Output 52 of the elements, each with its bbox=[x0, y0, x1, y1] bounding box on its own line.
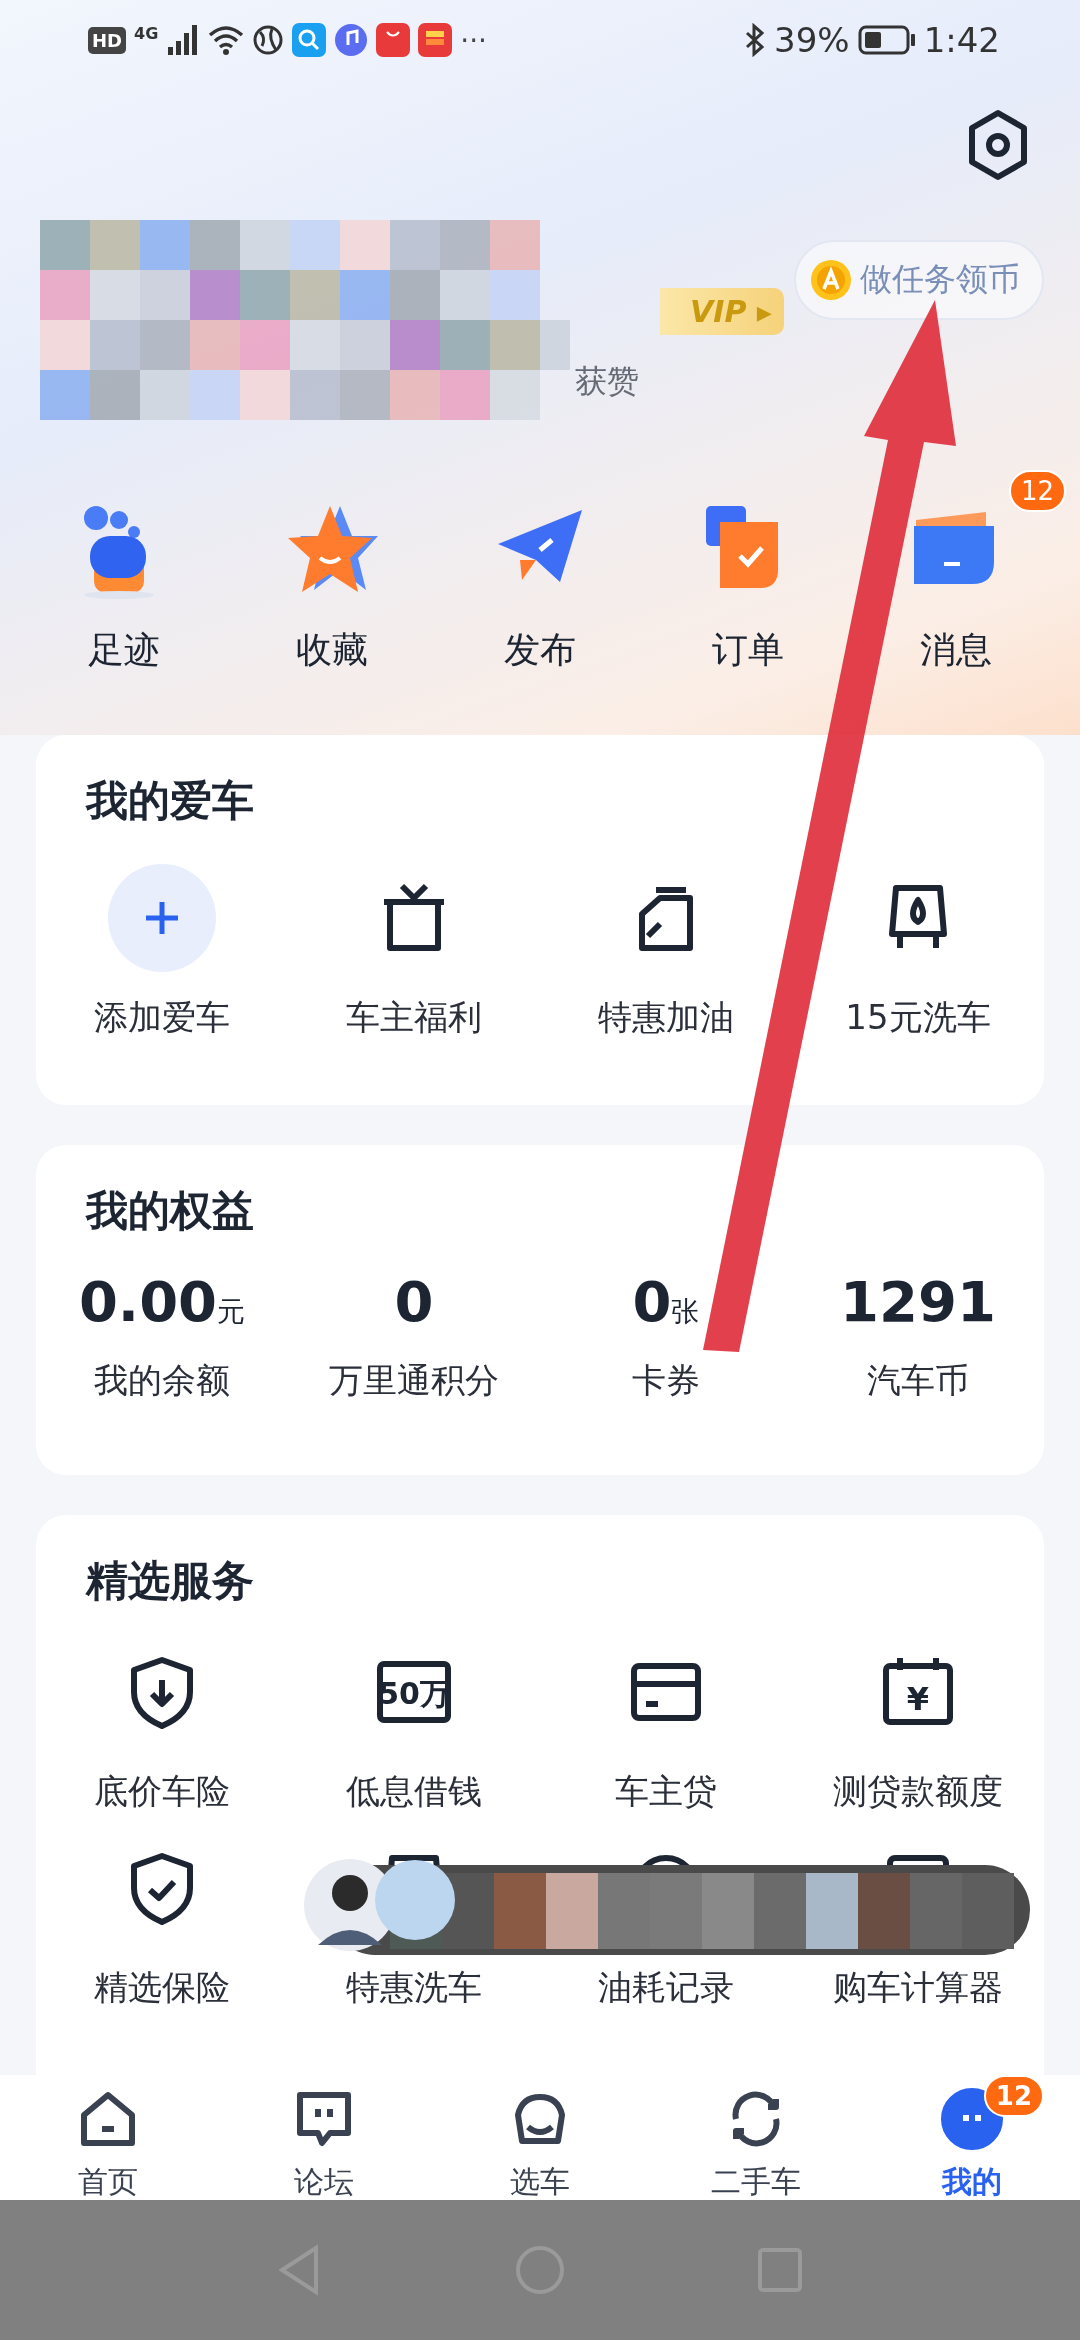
store-app-icon bbox=[376, 23, 411, 57]
network-type: 4G bbox=[134, 23, 159, 43]
hd-indicator: HD bbox=[88, 26, 126, 54]
shortcut-label: 发布 bbox=[504, 628, 576, 672]
shortcut-label: 足迹 bbox=[88, 628, 160, 672]
benefit-value: 1291 bbox=[840, 1269, 996, 1334]
settings-icon[interactable] bbox=[966, 109, 1030, 181]
tab[interactable]: 选车 bbox=[450, 2072, 630, 2203]
tab[interactable]: 12 我的 bbox=[882, 2072, 1062, 2203]
more-notifications: ··· bbox=[460, 23, 487, 57]
benefit-value: 0 bbox=[632, 1269, 672, 1334]
feature-label: 15元洗车 bbox=[845, 996, 991, 1039]
benefit-value: 0 bbox=[394, 1269, 434, 1334]
shortcut-label: 订单 bbox=[712, 628, 784, 672]
clock: 1:42 bbox=[923, 20, 1000, 60]
service-label: 测贷款额度 bbox=[833, 1770, 1003, 1813]
feature-label: 特惠加油 bbox=[598, 996, 734, 1039]
tab[interactable]: 首页 bbox=[18, 2072, 198, 2203]
benefit-label: 汽车币 bbox=[867, 1359, 969, 1402]
shortcut-label: 消息 bbox=[920, 628, 992, 672]
service-label: 特惠洗车 bbox=[346, 1966, 482, 2009]
service-label: 精选保险 bbox=[94, 1966, 230, 2009]
unread-badge: 12 bbox=[983, 2074, 1044, 2117]
service-label: 购车计算器 bbox=[833, 1966, 1003, 2009]
tab[interactable]: 二手车 bbox=[666, 2072, 846, 2203]
search-app-icon bbox=[292, 23, 327, 57]
service-label: 低息借钱 bbox=[346, 1770, 482, 1813]
coin-icon bbox=[810, 259, 852, 301]
battery-icon bbox=[857, 25, 916, 55]
benefit-value: 0.00 bbox=[78, 1269, 218, 1334]
app-icon bbox=[418, 23, 453, 57]
likes-label: 获赞 bbox=[575, 361, 639, 402]
feature-label: 添加爱车 bbox=[94, 996, 230, 1039]
benefit-unit: 张 bbox=[671, 1295, 700, 1330]
tab[interactable]: 论坛 bbox=[234, 2072, 414, 2203]
unread-badge: 12 bbox=[1008, 470, 1066, 512]
section-title: 精选服务 bbox=[86, 1555, 254, 1607]
service-label: 底价车险 bbox=[94, 1770, 230, 1813]
music-app-icon bbox=[334, 23, 369, 57]
wifi-icon bbox=[208, 25, 245, 55]
benefit-label: 万里通积分 bbox=[329, 1359, 499, 1402]
benefit-label: 我的余额 bbox=[94, 1359, 230, 1402]
bluetooth-icon bbox=[744, 23, 767, 57]
service-label: 油耗记录 bbox=[598, 1966, 734, 2009]
section-title: 我的权益 bbox=[86, 1185, 254, 1237]
service-label: 车主贷 bbox=[615, 1770, 717, 1813]
shortcut-label: 收藏 bbox=[296, 628, 368, 672]
feature-label: 车主福利 bbox=[346, 996, 482, 1039]
benefit-label: 卡券 bbox=[632, 1359, 700, 1402]
benefit-unit: 元 bbox=[217, 1294, 246, 1330]
battery-percent: 39% bbox=[774, 20, 850, 60]
section-title: 我的爱车 bbox=[86, 775, 254, 827]
